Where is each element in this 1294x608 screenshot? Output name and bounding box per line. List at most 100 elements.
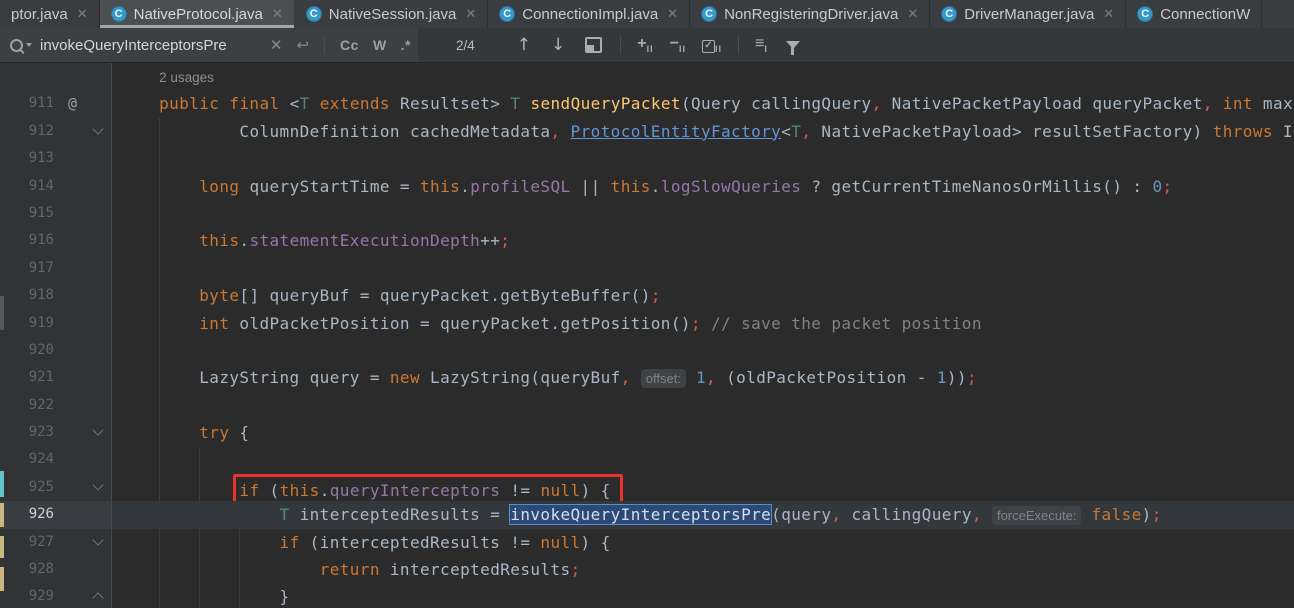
- code-token[interactable]: )): [947, 368, 967, 387]
- code-token[interactable]: ? getCurrentTimeNanosOrMillis() :: [801, 177, 1152, 196]
- code-token[interactable]: try: [199, 423, 229, 442]
- code-token[interactable]: ;: [691, 314, 701, 333]
- code-token[interactable]: [982, 505, 992, 524]
- code-line[interactable]: int oldPacketPosition = queryPacket.getP…: [112, 310, 1294, 337]
- code-token[interactable]: 1: [696, 368, 706, 387]
- code-token[interactable]: return: [320, 560, 380, 579]
- code-token[interactable]: <: [781, 122, 791, 141]
- code-token[interactable]: <: [290, 94, 300, 113]
- code-token[interactable]: LazyString query =: [199, 368, 390, 387]
- code-line[interactable]: [112, 337, 1294, 364]
- fold-marker-icon[interactable]: [91, 529, 109, 556]
- search-icon[interactable]: [10, 38, 32, 52]
- code-line[interactable]: return interceptedResults;: [112, 556, 1294, 583]
- code-token[interactable]: ProtocolEntityFactory: [571, 122, 782, 141]
- tab-close-icon[interactable]: ✕: [1103, 6, 1114, 22]
- code-line[interactable]: public final <T extends Resultset> T sen…: [112, 90, 1294, 117]
- code-token[interactable]: 0: [1152, 177, 1162, 196]
- editor-tab[interactable]: C ConnectionImpl.java ✕: [488, 0, 691, 28]
- find-in-selection-icon[interactable]: [585, 37, 603, 53]
- next-occurrence-button[interactable]: ↓: [551, 35, 565, 55]
- remove-occurrence-icon[interactable]: −II: [670, 35, 686, 54]
- code-token[interactable]: long: [199, 177, 239, 196]
- code-token[interactable]: ;: [1152, 505, 1162, 524]
- code-line[interactable]: this.statementExecutionDepth++;: [112, 227, 1294, 254]
- code-token[interactable]: ;: [1163, 177, 1173, 196]
- code-token[interactable]: }: [280, 587, 290, 606]
- code-token[interactable]: ,: [706, 368, 716, 387]
- code-line[interactable]: if (interceptedResults != null) {: [112, 529, 1294, 556]
- code-line[interactable]: [112, 255, 1294, 282]
- code-token[interactable]: [560, 122, 570, 141]
- search-history-chevron-icon[interactable]: [26, 43, 32, 47]
- code-line[interactable]: 2 usages: [112, 63, 1294, 90]
- code-token[interactable]: queryStartTime =: [239, 177, 420, 196]
- code-token[interactable]: [1213, 94, 1223, 113]
- filter-icon[interactable]: [785, 41, 800, 55]
- code-token[interactable]: [631, 368, 641, 387]
- code-token[interactable]: T: [791, 122, 801, 141]
- code-token[interactable]: maxR: [1253, 94, 1294, 113]
- editor-tab[interactable]: C NonRegisteringDriver.java ✕: [690, 0, 931, 28]
- code-token[interactable]: profileSQL: [470, 177, 570, 196]
- code-token[interactable]: ,: [872, 94, 882, 113]
- code-token[interactable]: .: [460, 177, 470, 196]
- code-token[interactable]: [520, 94, 530, 113]
- selected-search-match[interactable]: invokeQueryInterceptorsPre: [510, 505, 772, 525]
- code-token[interactable]: 1: [937, 368, 947, 387]
- editor-tab[interactable]: C DriverManager.java ✕: [930, 0, 1127, 28]
- code-token[interactable]: new: [390, 368, 420, 387]
- code-token[interactable]: null: [540, 481, 580, 500]
- code-token[interactable]: .: [320, 481, 330, 500]
- code-token[interactable]: this: [611, 177, 651, 196]
- code-token[interactable]: false: [1092, 505, 1142, 524]
- code-token[interactable]: null: [540, 533, 580, 552]
- code-token[interactable]: ,: [801, 122, 811, 141]
- code-token[interactable]: ;: [651, 286, 661, 305]
- tab-close-icon[interactable]: ✕: [272, 6, 283, 22]
- editor-tab[interactable]: ptor.java ✕: [0, 0, 100, 28]
- code-token[interactable]: if: [280, 533, 300, 552]
- code-token[interactable]: statementExecutionDepth: [249, 231, 480, 250]
- code-token[interactable]: byte: [199, 286, 239, 305]
- code-token[interactable]: IO: [1273, 122, 1294, 141]
- code-line[interactable]: }: [112, 583, 1294, 608]
- code-token[interactable]: (: [259, 481, 280, 500]
- code-token[interactable]: (interceptedResults !=: [300, 533, 541, 552]
- code-token[interactable]: [686, 368, 696, 387]
- code-token[interactable]: callingQuery: [841, 505, 971, 524]
- code-token[interactable]: if: [239, 481, 259, 500]
- code-token[interactable]: [701, 314, 711, 333]
- code-token[interactable]: T: [300, 94, 310, 113]
- select-all-occurrences-icon[interactable]: ✓ II: [702, 35, 722, 55]
- code-token[interactable]: ++: [480, 231, 500, 250]
- fold-marker-icon[interactable]: [91, 118, 109, 145]
- code-editor[interactable]: 2 usages 911 @ public final <T extends Res…: [0, 63, 1294, 608]
- code-token[interactable]: ) {: [581, 481, 611, 500]
- parameter-hint-inlay[interactable]: forceExecute:: [991, 506, 1082, 526]
- editor-tab[interactable]: C ConnectionW: [1126, 0, 1263, 28]
- tab-close-icon[interactable]: ✕: [77, 6, 88, 22]
- fold-marker-icon[interactable]: [91, 474, 109, 501]
- code-token[interactable]: 2 usages: [159, 70, 214, 85]
- code-token[interactable]: ,: [1203, 94, 1213, 113]
- code-token[interactable]: !=: [500, 481, 540, 500]
- code-token[interactable]: T: [280, 505, 290, 524]
- code-line[interactable]: [112, 145, 1294, 172]
- code-token[interactable]: ||: [571, 177, 611, 196]
- newline-icon[interactable]: ↩: [296, 36, 309, 54]
- tab-close-icon[interactable]: ✕: [465, 6, 476, 22]
- code-token[interactable]: int: [1223, 94, 1253, 113]
- code-token[interactable]: this: [199, 231, 239, 250]
- code-token[interactable]: (query: [771, 505, 831, 524]
- code-token[interactable]: {: [229, 423, 249, 442]
- code-token[interactable]: LazyString(queryBuf: [420, 368, 621, 387]
- code-token[interactable]: ) {: [581, 533, 611, 552]
- code-token[interactable]: T: [510, 94, 520, 113]
- code-token[interactable]: throws: [1213, 122, 1273, 141]
- code-line[interactable]: [112, 392, 1294, 419]
- code-token[interactable]: public final: [159, 94, 289, 113]
- previous-occurrence-button[interactable]: ↑: [517, 35, 531, 55]
- code-token[interactable]: .: [239, 231, 249, 250]
- fold-marker-icon[interactable]: [91, 419, 109, 446]
